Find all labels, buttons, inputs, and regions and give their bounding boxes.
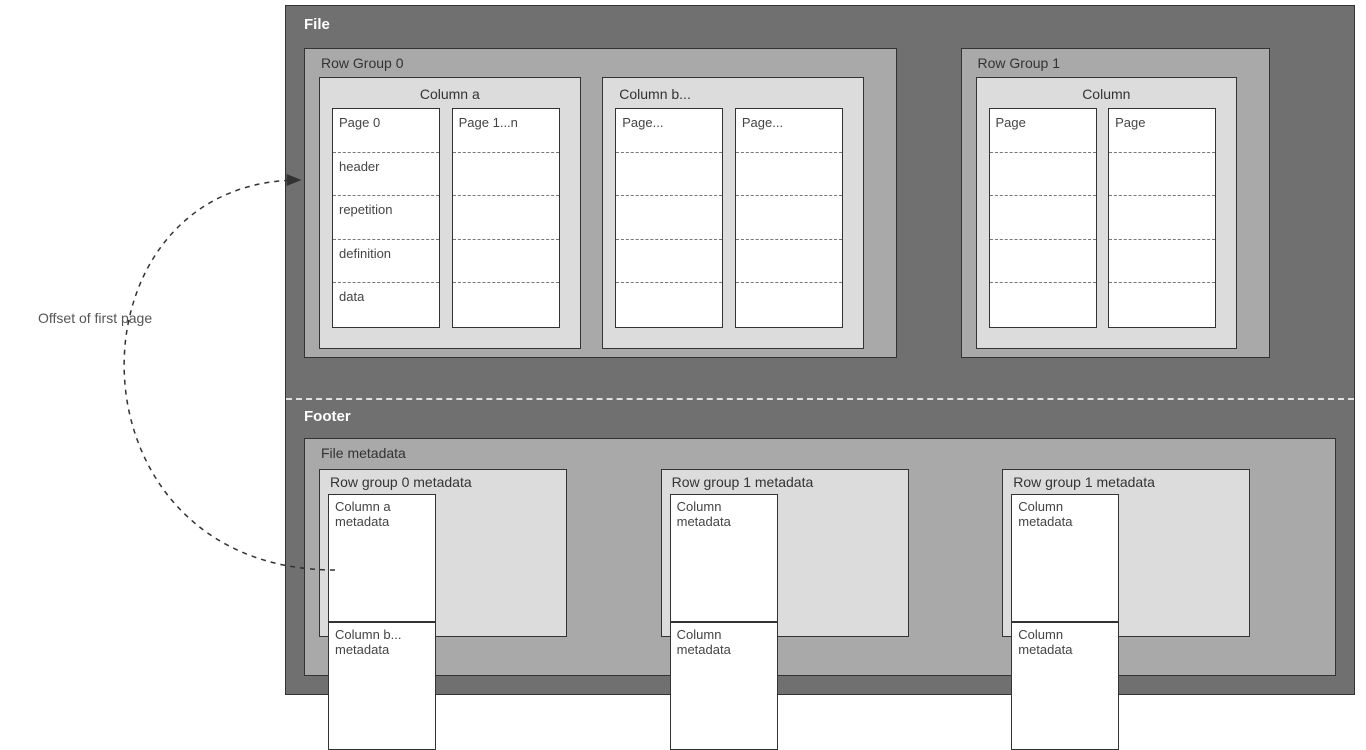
column-a-label: Column a: [332, 82, 568, 108]
page-cell: [990, 153, 1096, 197]
page-cell: Page: [990, 109, 1096, 153]
page-cell: Page...: [616, 109, 722, 153]
page-cell: [736, 153, 842, 197]
rowgroups-area: Row Group 0 Column a Page 0 header repet…: [304, 48, 1354, 378]
column-metadata: Column b... metadata: [328, 622, 436, 750]
column: Column Page Page: [976, 77, 1238, 349]
page-cell: [990, 196, 1096, 240]
rowgroup-meta-1: Row group 1 metadata Column metadata Col…: [661, 469, 909, 637]
page-cell: repetition: [333, 196, 439, 240]
rowgroup-0: Row Group 0 Column a Page 0 header repet…: [304, 48, 897, 358]
page-cell: [736, 240, 842, 284]
column-metadata: Column metadata: [1011, 494, 1119, 622]
page: Page: [1108, 108, 1216, 328]
page-cell: [616, 153, 722, 197]
page-cell: Page: [1109, 109, 1215, 153]
page-cell: [1109, 240, 1215, 284]
page-cell: [990, 240, 1096, 284]
column-metadata: Column a metadata: [328, 494, 436, 622]
page-cell: [1109, 283, 1215, 327]
rowgroup-meta-0: Row group 0 metadata Column a metadata C…: [319, 469, 567, 637]
page-cell: data: [333, 283, 439, 327]
page-cell: [616, 196, 722, 240]
page-cell: [1109, 153, 1215, 197]
column-b-label: Column b...: [615, 82, 851, 108]
page-cell: [453, 240, 559, 284]
column-label: Column: [989, 82, 1225, 108]
page-cell: [453, 283, 559, 327]
file-title: File: [286, 6, 1354, 41]
page-cell: [453, 153, 559, 197]
page-cell: [1109, 196, 1215, 240]
file-metadata: File metadata Row group 0 metadata Colum…: [304, 438, 1336, 676]
rowgroup-0-label: Row Group 0: [319, 53, 882, 77]
page-cell: Page 1...n: [453, 109, 559, 153]
footer-title: Footer: [304, 408, 351, 425]
file-metadata-label: File metadata: [319, 443, 1321, 469]
rowgroup-meta-2-label: Row group 1 metadata: [1011, 472, 1241, 494]
page-cell: Page...: [736, 109, 842, 153]
rowgroup-meta-2: Row group 1 metadata Column metadata Col…: [1002, 469, 1250, 637]
page-cell: Page 0: [333, 109, 439, 153]
column-b: Column b... Page... Page...: [602, 77, 864, 349]
rowgroup-meta-1-label: Row group 1 metadata: [670, 472, 900, 494]
column-metadata: Column metadata: [670, 494, 778, 622]
column-metadata: Column metadata: [670, 622, 778, 750]
page-1n: Page 1...n: [452, 108, 560, 328]
column-metadata: Column metadata: [1011, 622, 1119, 750]
page-cell: definition: [333, 240, 439, 284]
page-cell: [990, 283, 1096, 327]
section-separator: [286, 398, 1354, 400]
page-cell: [616, 240, 722, 284]
page-cell: [736, 283, 842, 327]
page-cell: [453, 196, 559, 240]
page: Page...: [735, 108, 843, 328]
rowgroup-1: Row Group 1 Column Page Page: [961, 48, 1271, 358]
rowgroup-1-label: Row Group 1: [976, 53, 1256, 77]
page-cell: [616, 283, 722, 327]
page-cell: header: [333, 153, 439, 197]
page: Page: [989, 108, 1097, 328]
file-container: File Row Group 0 Column a Page 0 header …: [285, 5, 1355, 695]
column-a: Column a Page 0 header repetition defini…: [319, 77, 581, 349]
page: Page...: [615, 108, 723, 328]
offset-label: Offset of first page: [38, 310, 152, 326]
page-cell: [736, 196, 842, 240]
page-0: Page 0 header repetition definition data: [332, 108, 440, 328]
rowgroup-meta-0-label: Row group 0 metadata: [328, 472, 558, 494]
